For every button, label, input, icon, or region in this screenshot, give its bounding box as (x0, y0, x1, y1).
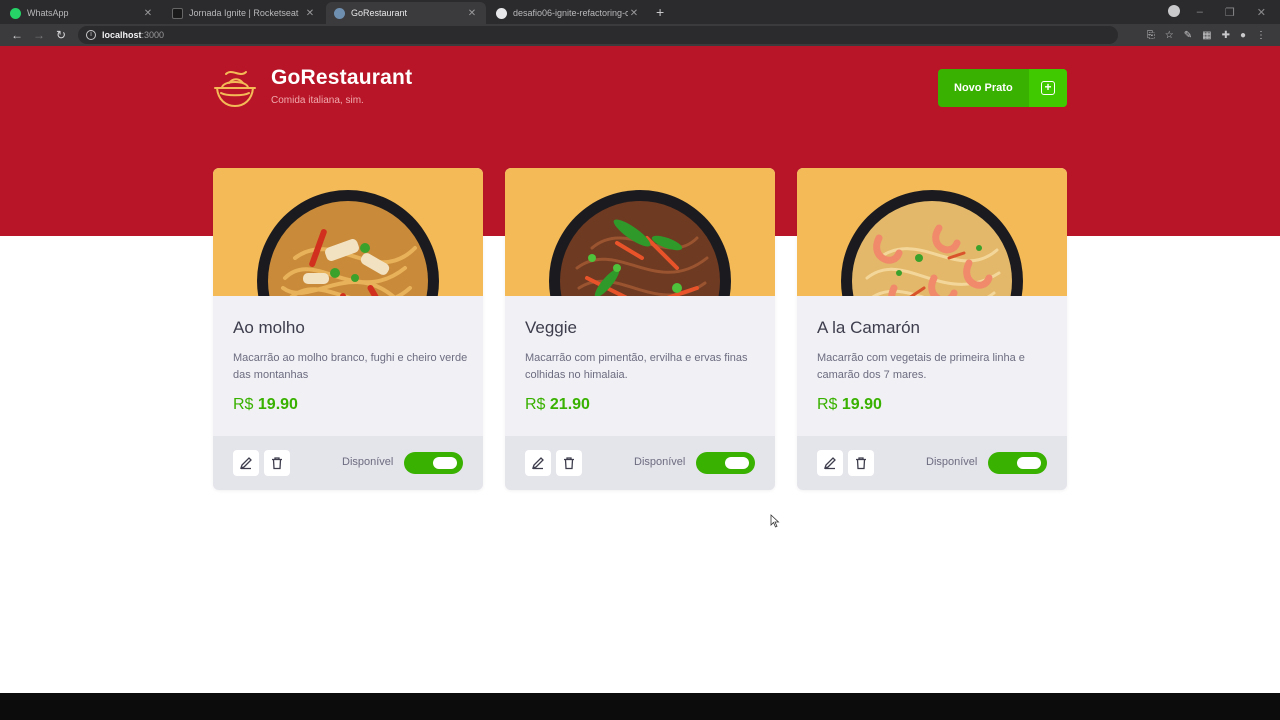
menu-icon[interactable]: ⋮ (1256, 30, 1266, 41)
trash-icon (564, 457, 574, 470)
toolbar-icons: ⎘ ☆ ✎ ▦ ✚ ● ⋮ (1147, 30, 1274, 41)
profile-icon[interactable]: ● (1240, 30, 1246, 41)
toggle-knob (433, 457, 457, 469)
availability-label: Disponível (342, 456, 394, 468)
new-tab-icon[interactable]: + (656, 2, 664, 24)
pencil-icon (239, 457, 252, 470)
back-icon[interactable]: ← (6, 28, 28, 42)
food-name: Ao molho (233, 318, 305, 337)
app-subtitle: Comida italiana, sim. (271, 95, 364, 106)
food-price: R$ 19.90 (817, 396, 882, 414)
tab-label: WhatsApp (27, 8, 69, 18)
new-dish-label: Novo Prato (954, 82, 1013, 94)
pencil-icon (823, 457, 836, 470)
taskbar (0, 693, 1280, 720)
page: GoRestaurant Comida italiana, sim. Novo … (0, 46, 1280, 693)
app-title: GoRestaurant (271, 66, 413, 89)
edit-button[interactable] (525, 450, 551, 476)
browser-tab-bar: WhatsApp ✕ Jornada Ignite | Rocketseat ✕… (0, 0, 1280, 24)
browser-toolbar: ← → ↻ i localhost:3000 ⎘ ☆ ✎ ▦ ✚ ● ⋮ (0, 24, 1280, 46)
currency: R$ (525, 396, 546, 413)
availability-label: Disponível (926, 456, 978, 468)
card-footer: Disponível (797, 436, 1067, 490)
food-image (797, 168, 1067, 296)
plus-square-icon: + (1029, 69, 1067, 107)
restore-icon[interactable]: ❐ (1225, 6, 1235, 19)
noodle-dish-image (549, 190, 731, 296)
edit-button[interactable] (233, 450, 259, 476)
noodle-dish-image (841, 190, 1023, 296)
availability-toggle[interactable] (404, 452, 463, 474)
tab-label: Jornada Ignite | Rocketseat (189, 8, 299, 18)
currency: R$ (817, 396, 838, 413)
extension-icon[interactable] (1168, 5, 1180, 17)
price-value: 19.90 (841, 396, 882, 413)
food-price: R$ 21.90 (525, 396, 590, 414)
browser-tab-rocketseat[interactable]: Jornada Ignite | Rocketseat ✕ (164, 2, 324, 24)
toggle-knob (1017, 457, 1041, 469)
github-icon (496, 7, 507, 19)
delete-button[interactable] (848, 450, 874, 476)
star-icon[interactable]: ☆ (1165, 30, 1174, 41)
price-value: 21.90 (549, 396, 590, 413)
food-card: Veggie Macarrão com pimentão, ervilha e … (505, 168, 775, 490)
close-icon[interactable]: ✕ (142, 8, 154, 19)
bowl-logo-icon (214, 71, 256, 108)
close-icon[interactable]: ✕ (628, 8, 640, 19)
rocketseat-icon (172, 7, 183, 19)
food-image (213, 168, 483, 296)
tab-label: desafio06-ignite-refactoring-cla (513, 8, 628, 18)
url-host: localhost (102, 30, 142, 40)
whatsapp-icon (10, 7, 21, 19)
mouse-cursor-icon (770, 514, 780, 528)
grid-extension-icon[interactable]: ▦ (1202, 30, 1211, 41)
toggle-knob (725, 457, 749, 469)
browser-tab-github[interactable]: desafio06-ignite-refactoring-cla ✕ (488, 2, 648, 24)
reload-icon[interactable]: ↻ (50, 28, 72, 42)
pen-extension-icon[interactable]: ✎ (1184, 30, 1192, 41)
close-icon[interactable]: ✕ (304, 8, 316, 19)
food-description: Macarrão com pimentão, ervilha e ervas f… (525, 352, 748, 381)
browser-tab-whatsapp[interactable]: WhatsApp ✕ (2, 2, 162, 24)
food-description: Macarrão com vegetais de primeira linha … (817, 352, 1025, 381)
availability-label: Disponível (634, 456, 686, 468)
pencil-icon (531, 457, 544, 470)
currency: R$ (233, 396, 254, 413)
trash-icon (272, 457, 282, 470)
minimize-icon[interactable]: – (1197, 6, 1203, 18)
card-footer: Disponível (505, 436, 775, 490)
availability-toggle[interactable] (988, 452, 1047, 474)
info-icon[interactable]: i (86, 30, 96, 40)
trash-icon (856, 457, 866, 470)
url-port: :3000 (141, 30, 165, 40)
delete-button[interactable] (556, 450, 582, 476)
globe-icon (334, 7, 345, 19)
tab-label: GoRestaurant (351, 8, 408, 18)
price-value: 19.90 (257, 396, 298, 413)
food-card: A la Camarón Macarrão com vegetais de pr… (797, 168, 1067, 490)
translate-icon[interactable]: ⎘ (1147, 30, 1155, 41)
food-description: Macarrão ao molho branco, fughi e cheiro… (233, 352, 468, 381)
forward-icon[interactable]: → (28, 28, 50, 42)
puzzle-icon[interactable]: ✚ (1222, 30, 1230, 41)
availability-toggle[interactable] (696, 452, 755, 474)
browser-tab-gorestaurant[interactable]: GoRestaurant ✕ (326, 2, 486, 24)
noodle-dish-image (257, 190, 439, 296)
close-window-icon[interactable]: ✕ (1257, 6, 1266, 19)
food-image (505, 168, 775, 296)
address-bar[interactable]: i localhost:3000 (78, 26, 1118, 44)
food-price: R$ 19.90 (233, 396, 298, 414)
new-dish-button[interactable]: Novo Prato + (938, 69, 1067, 107)
close-icon[interactable]: ✕ (466, 8, 478, 19)
window-controls: – ❐ ✕ (1197, 0, 1280, 24)
food-name: A la Camarón (817, 318, 920, 337)
edit-button[interactable] (817, 450, 843, 476)
delete-button[interactable] (264, 450, 290, 476)
food-name: Veggie (525, 318, 577, 337)
card-footer: Disponível (213, 436, 483, 490)
food-card: Ao molho Macarrão ao molho branco, fughi… (213, 168, 483, 490)
